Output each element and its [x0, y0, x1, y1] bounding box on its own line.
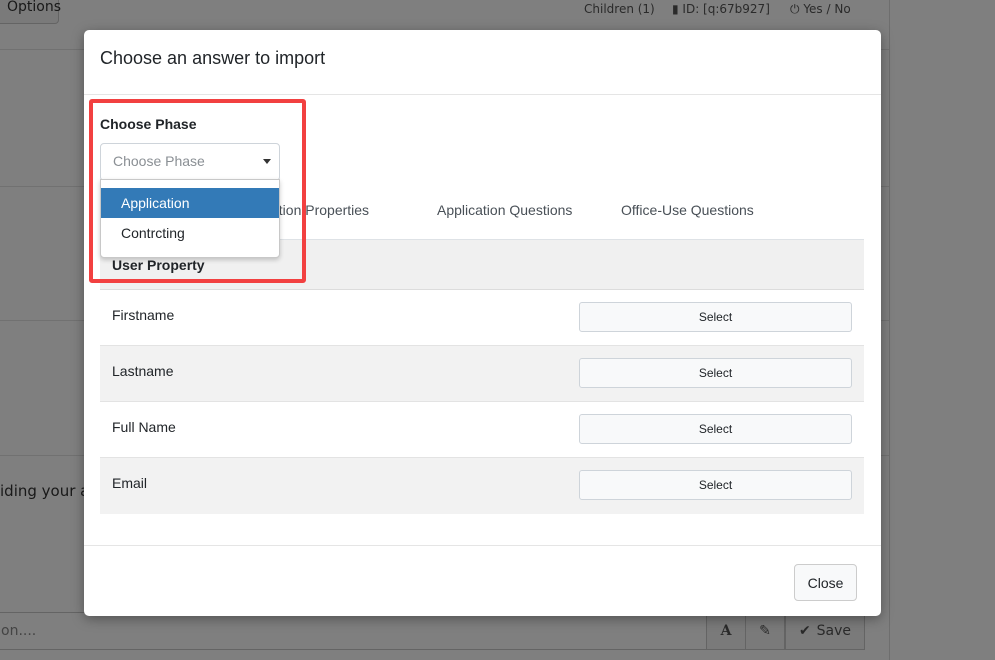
caret-down-icon	[263, 159, 271, 164]
row-label: Firstname	[112, 307, 175, 323]
table-row: Full Name Select	[100, 402, 864, 458]
property-table: User Property Firstname Select Lastname …	[100, 240, 864, 514]
phase-select[interactable]: Choose Phase	[100, 143, 280, 181]
phase-dropdown-menu: Application Contrcting	[100, 179, 280, 258]
modal-footer: Close	[84, 545, 881, 616]
table-row: Firstname Select	[100, 290, 864, 346]
table-row: Lastname Select	[100, 346, 864, 402]
tab-application-questions[interactable]: Application Questions	[437, 202, 572, 218]
row-label: Full Name	[112, 419, 176, 435]
select-firstname-button[interactable]: Select	[579, 302, 852, 332]
import-answer-modal: Choose an answer to import Choose Phase …	[84, 30, 881, 616]
phase-option-contracting[interactable]: Contrcting	[101, 218, 279, 248]
modal-header: Choose an answer to import	[84, 30, 881, 95]
row-label: Lastname	[112, 363, 174, 379]
table-row: Email Select	[100, 458, 864, 514]
row-label: Email	[112, 475, 148, 491]
phase-select-placeholder: Choose Phase	[113, 153, 205, 169]
modal-title: Choose an answer to import	[100, 48, 326, 68]
close-button[interactable]: Close	[794, 564, 857, 601]
select-lastname-button[interactable]: Select	[579, 358, 852, 388]
phase-option-application[interactable]: Application	[101, 188, 279, 218]
select-fullname-button[interactable]: Select	[579, 414, 852, 444]
select-email-button[interactable]: Select	[579, 470, 852, 500]
phase-label: Choose Phase	[100, 116, 197, 132]
tab-office-use-questions[interactable]: Office-Use Questions	[621, 202, 754, 218]
